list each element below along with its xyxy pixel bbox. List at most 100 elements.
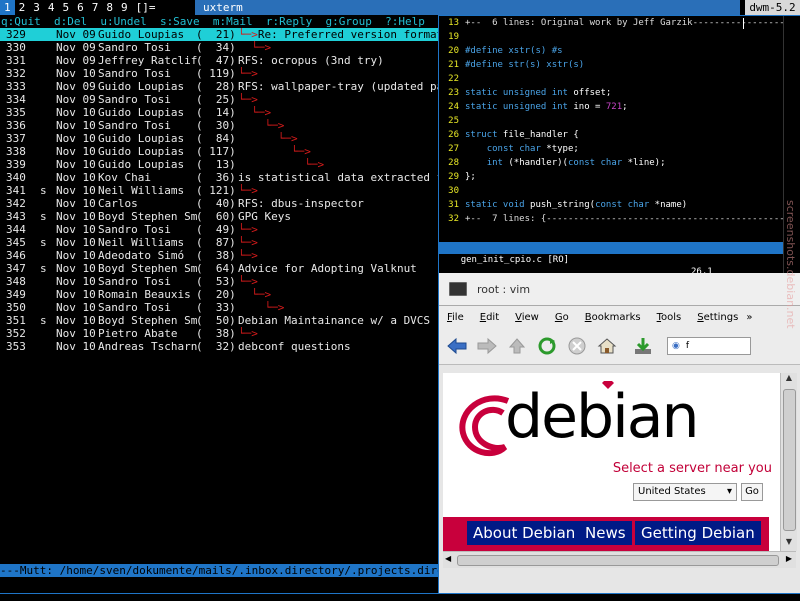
tag-9[interactable]: 9	[117, 0, 132, 15]
thread-tree-icon: └─>	[238, 223, 258, 236]
message-row[interactable]: 329 Nov 09 Guido Loupias ( 21) └─>Re: Prefer…	[0, 28, 438, 41]
tag-2[interactable]: 2	[15, 0, 30, 15]
code-line[interactable]: 25	[439, 114, 800, 128]
message-row[interactable]: 333 Nov 09 Guido Loupias ( 28) RFS: wallpape…	[0, 80, 438, 93]
code-line[interactable]: 20 #define xstr(s) #s	[439, 44, 800, 58]
code-token: #define xstr(s) #s	[465, 46, 563, 56]
back-button[interactable]	[445, 335, 469, 357]
mutt-terminal[interactable]: q:Quit d:Del u:Undel s:Save m:Mail r:Rep…	[0, 15, 439, 593]
code-line[interactable]: 23 static unsigned int offset;	[439, 86, 800, 100]
reload-button[interactable]	[535, 335, 559, 357]
menu-tools[interactable]: Tools	[649, 312, 690, 323]
message-from: Sandro Tosi	[98, 223, 171, 236]
message-row[interactable]: 343 s Nov 10 Boyd Stephen Sm( 60) GPG Keys	[0, 210, 438, 223]
message-list[interactable]: 329 Nov 09 Guido Loupias( 21) └─>Re: Prefer…	[0, 28, 438, 353]
thread-tree-icon: └─>	[238, 28, 258, 41]
tag-7[interactable]: 7	[88, 0, 103, 15]
code-line[interactable]: 22	[439, 72, 800, 86]
menu-go[interactable]: Go	[547, 312, 577, 323]
message-row[interactable]: 335 Nov 10 Guido Loupias ( 14) └─>	[0, 106, 438, 119]
browser-window[interactable]: root : vim File Edit View Go Bookmarks T…	[439, 273, 800, 593]
message-row[interactable]: 352 Nov 10 Pietro Abate ( 38) └─>	[0, 327, 438, 340]
message-size: ( 36)	[196, 171, 236, 184]
thread-tree-icon: └─>	[238, 106, 272, 119]
nav-about-debian[interactable]: About Debian	[467, 521, 582, 545]
scroll-down-icon[interactable]: ▼	[781, 537, 797, 551]
message-num: 336	[6, 119, 26, 132]
message-row[interactable]: 330 Nov 09 Sandro Tosi ( 34) └─>	[0, 41, 438, 54]
message-subject: RFS: ocropus (3nd try)	[238, 54, 384, 67]
scroll-right-icon[interactable]: ▶	[786, 554, 792, 563]
message-row[interactable]: 346 Nov 10 Adeodato Simó ( 38) └─>	[0, 249, 438, 262]
message-from: Sandro Tosi	[98, 93, 171, 106]
message-row[interactable]: 342 Nov 10 Carlos ( 40) RFS: dbus-inspector	[0, 197, 438, 210]
vim-buffer[interactable]: 13 +-- 6 lines: Original work by Jeff Gar…	[439, 16, 800, 226]
stop-button[interactable]	[565, 335, 589, 357]
message-row[interactable]: 332 Nov 10 Sandro Tosi ( 119) └─>	[0, 67, 438, 80]
menu-settings[interactable]: Settings	[689, 312, 746, 323]
menu-bookmarks[interactable]: Bookmarks	[577, 312, 649, 323]
window-titlebar[interactable]: root : vim	[439, 273, 800, 306]
mutt-command-line[interactable]	[0, 577, 438, 593]
message-row[interactable]: 337 Nov 10 Guido Loupias ( 84) └─>	[0, 132, 438, 145]
message-row[interactable]: 351 s Nov 10 Boyd Stephen Sm( 50) Debian Mai…	[0, 314, 438, 327]
message-row[interactable]: 339 Nov 10 Guido Loupias ( 13) └─>	[0, 158, 438, 171]
code-line[interactable]: 29};	[439, 170, 800, 184]
nav-news[interactable]: News	[579, 521, 632, 545]
country-select[interactable]: United States ▾	[633, 483, 737, 501]
tag-6[interactable]: 6	[73, 0, 88, 15]
menu-view[interactable]: View	[507, 312, 547, 323]
message-num: 351	[6, 314, 26, 327]
code-token: struct	[465, 130, 498, 140]
message-row[interactable]: 338 Nov 10 Guido Loupias ( 117) └─>	[0, 145, 438, 158]
message-row[interactable]: 341 s Nov 10 Neil Williams ( 121) └─>	[0, 184, 438, 197]
tag-list: 1 2 3 4 5 6 7 8 9 []=	[0, 0, 160, 15]
menu-overflow-icon[interactable]: »	[746, 312, 752, 323]
message-from: Sandro Tosi	[98, 67, 171, 80]
code-line[interactable]: 32 +-- 7 lines: {------------------------…	[439, 212, 800, 226]
nav-getting-debian[interactable]: Getting Debian	[635, 521, 761, 545]
message-row[interactable]: 336 Nov 10 Sandro Tosi ( 30) └─>	[0, 119, 438, 132]
message-row[interactable]: 347 s Nov 10 Boyd Stephen Sm( 64) Advice for…	[0, 262, 438, 275]
code-line[interactable]: 26 struct file_handler {	[439, 128, 800, 142]
url-input[interactable]: ◉ f	[667, 337, 751, 355]
code-line[interactable]: 24 static unsigned int ino = 721;	[439, 100, 800, 114]
forward-button[interactable]	[475, 335, 499, 357]
code-token: +-- 7 lines: {--------------------------…	[465, 214, 800, 224]
message-row[interactable]: 344 Nov 10 Sandro Tosi ( 49) └─>	[0, 223, 438, 236]
tag-5[interactable]: 5	[59, 0, 74, 15]
message-row[interactable]: 331 Nov 09 Jeffrey Ratclif( 47) RFS: ocropu…	[0, 54, 438, 67]
tag-4[interactable]: 4	[44, 0, 59, 15]
up-button[interactable]	[505, 335, 529, 357]
message-row[interactable]: 350 Nov 10 Sandro Tosi ( 33) └─>	[0, 301, 438, 314]
window-title-text: root : vim	[477, 282, 531, 296]
text-cursor	[743, 18, 744, 29]
menu-edit[interactable]: Edit	[472, 312, 507, 323]
tag-1[interactable]: 1	[0, 0, 15, 15]
vim-terminal[interactable]: 13 +-- 6 lines: Original work by Jeff Gar…	[439, 15, 800, 274]
scroll-left-icon[interactable]: ◀	[445, 554, 451, 563]
message-row[interactable]: 334 Nov 09 Sandro Tosi ( 25) └─>	[0, 93, 438, 106]
download-button[interactable]	[631, 335, 655, 357]
home-button[interactable]	[595, 335, 619, 357]
message-from: Guido Loupias	[98, 106, 185, 119]
code-line[interactable]: 13 +-- 6 lines: Original work by Jeff Gar…	[439, 16, 800, 30]
code-line[interactable]: 28 int (*handler)(const char *line);	[439, 156, 800, 170]
tag-8[interactable]: 8	[102, 0, 117, 15]
code-line[interactable]: 21 #define str(s) xstr(s)	[439, 58, 800, 72]
code-line[interactable]: 19	[439, 30, 800, 44]
code-line[interactable]: 31 static void push_string(const char *na…	[439, 198, 800, 212]
go-button[interactable]: Go	[741, 483, 763, 501]
message-row[interactable]: 345 s Nov 10 Neil Williams ( 87) └─>	[0, 236, 438, 249]
tag-3[interactable]: 3	[29, 0, 44, 15]
menu-file[interactable]: File	[439, 312, 472, 323]
message-row[interactable]: 340 Nov 10 Kov Chai ( 36) is statistical dat…	[0, 171, 438, 184]
horizontal-scroll-thumb[interactable]	[457, 555, 779, 566]
message-row[interactable]: 353 Nov 10 Andreas Tscharn( 32) debconf que…	[0, 340, 438, 353]
layout-symbol[interactable]: []=	[132, 0, 160, 15]
message-row[interactable]: 348 Nov 10 Sandro Tosi ( 53) └─>	[0, 275, 438, 288]
horizontal-scrollbar[interactable]: ◀ ▶	[443, 551, 796, 568]
code-line[interactable]: 30	[439, 184, 800, 198]
code-line[interactable]: 27 const char *type;	[439, 142, 800, 156]
message-row[interactable]: 349 Nov 10 Romain Beauxis ( 20) └─>	[0, 288, 438, 301]
